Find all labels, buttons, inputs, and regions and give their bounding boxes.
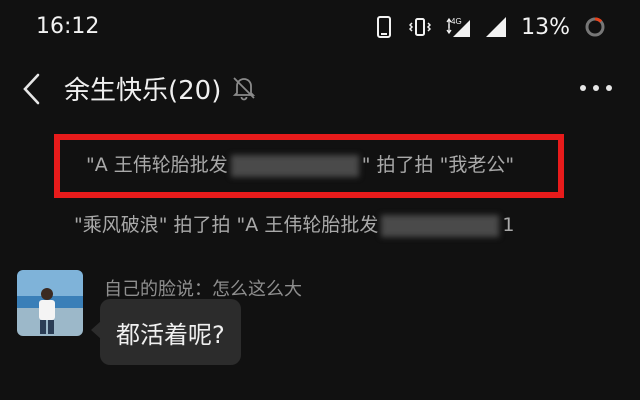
message-text: 都活着呢? xyxy=(116,320,225,349)
vibrate-icon xyxy=(409,18,432,36)
chat-title: 余生快乐(20) xyxy=(64,76,222,106)
pat-tail-text: 1 xyxy=(502,214,515,236)
redacted-name-blur xyxy=(381,214,500,237)
more-options-icon[interactable] xyxy=(576,78,616,98)
highlight-box xyxy=(54,134,564,198)
status-time: 16:12 xyxy=(36,14,100,39)
battery-ring-icon xyxy=(585,17,605,37)
pat-text: "乘风破浪" 拍了拍 "A 王伟轮胎批发 xyxy=(74,214,379,236)
phone-screen-icon xyxy=(377,16,392,38)
avatar-photo xyxy=(17,270,83,336)
network-type-label: 4G xyxy=(451,17,462,26)
sender-name: 自己的脸说：怎么这么大 xyxy=(104,279,302,300)
cellular-4g-signal-icon: 4G xyxy=(446,17,471,37)
status-icons: 4G 13% xyxy=(373,12,606,42)
muted-bell-icon xyxy=(232,77,256,101)
message-bubble[interactable]: 都活着呢? xyxy=(91,299,241,365)
battery-percentage: 13% xyxy=(521,14,570,40)
signal-strength-icon xyxy=(486,17,507,37)
back-arrow-icon[interactable] xyxy=(18,72,46,106)
system-message-pat-2: "乘风破浪" 拍了拍 "A 王伟轮胎批发 1 xyxy=(74,210,514,237)
avatar[interactable] xyxy=(17,270,83,336)
